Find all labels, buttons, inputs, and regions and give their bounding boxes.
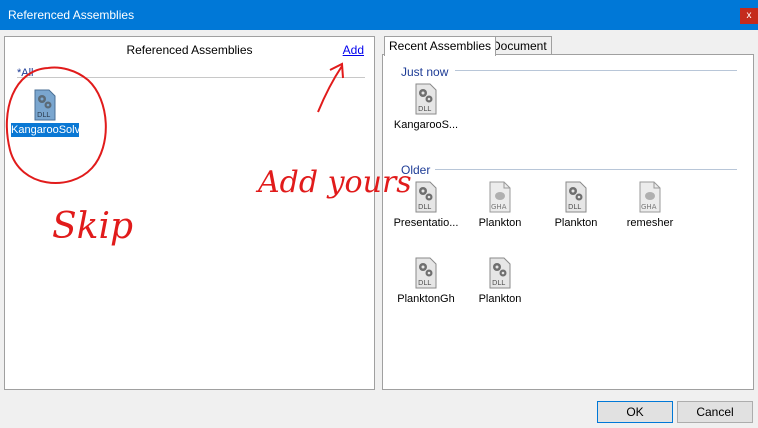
annotation-circle [5,66,107,184]
annotation-skip: Skip [52,206,133,247]
tab-recent-assemblies[interactable]: Recent Assemblies [384,36,497,56]
annotation-add-yours: Add yours [255,165,412,200]
red-annotation-overlay: Skip Add yours [5,62,412,247]
annotation-arrow [317,62,344,113]
